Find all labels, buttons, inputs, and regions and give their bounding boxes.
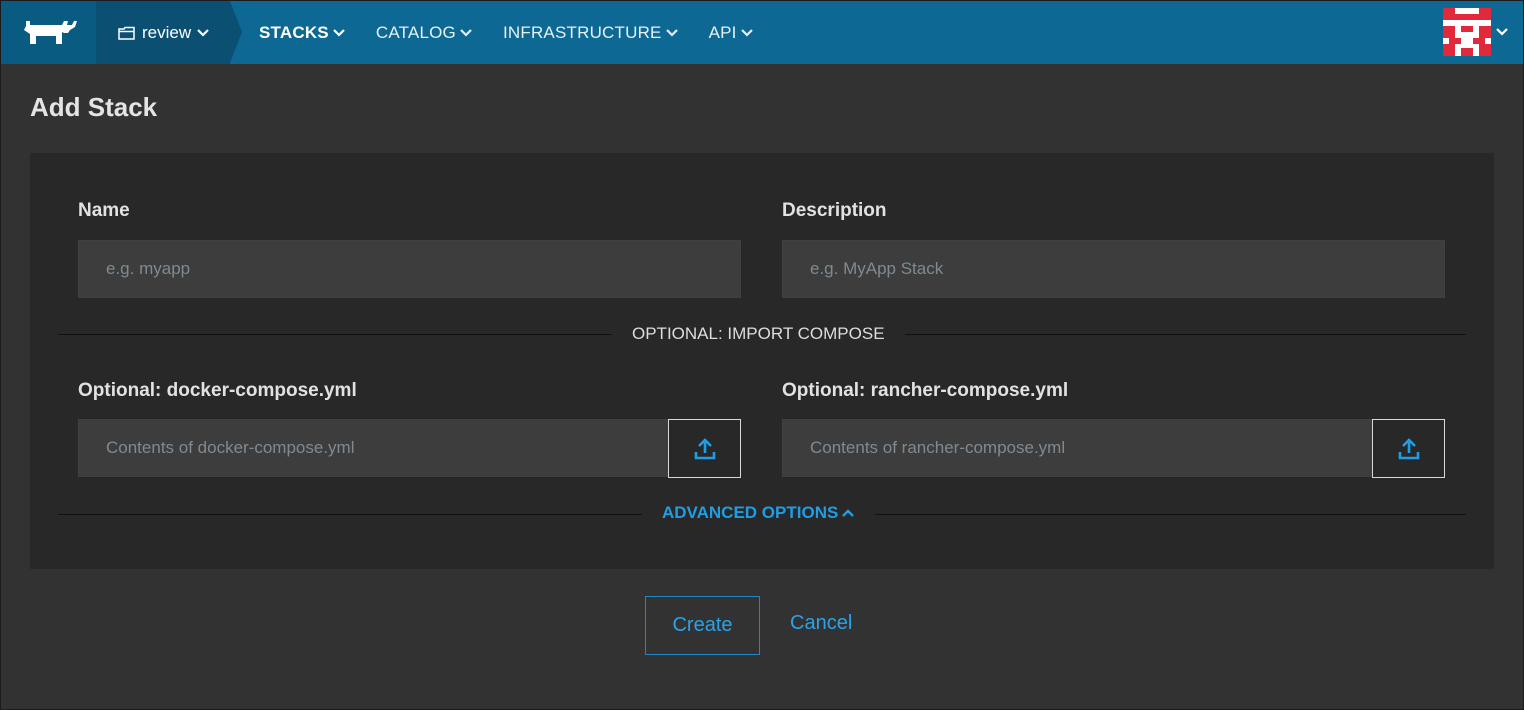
environment-name: review: [142, 22, 192, 42]
environment-switcher[interactable]: review: [96, 1, 242, 64]
rancher-cow-logo-icon: [24, 21, 77, 44]
nav-catalog[interactable]: CATALOG: [376, 23, 473, 43]
nav-catalog-label: CATALOG: [375, 22, 456, 42]
user-avatar-identicon: [1443, 8, 1491, 56]
import-compose-heading: OPTIONAL: IMPORT COMPOSE: [612, 324, 905, 344]
folder-icon: [118, 26, 135, 40]
nav-api-label: API: [708, 22, 737, 42]
user-menu[interactable]: [1443, 8, 1509, 56]
upload-icon: [694, 437, 715, 459]
nav-infrastructure[interactable]: INFRASTRUCTURE: [503, 23, 679, 43]
main-nav: STACKS CATALOG INFRASTRUCTURE API: [259, 1, 784, 64]
chevron-down-icon: [333, 28, 345, 37]
rancher-compose-label: Optional: rancher-compose.yml: [782, 380, 1069, 401]
chevron-up-icon: [842, 509, 855, 517]
page-title: Add Stack: [30, 92, 158, 122]
chevron-down-icon: [740, 28, 753, 37]
docker-compose-label: Optional: docker-compose.yml: [78, 380, 357, 401]
nav-stacks[interactable]: STACKS: [259, 23, 346, 43]
chevron-down-icon: [1496, 28, 1508, 36]
description-input[interactable]: e.g. MyApp Stack: [782, 240, 1445, 298]
rancher-compose-textarea[interactable]: Contents of rancher-compose.yml: [782, 419, 1374, 477]
name-input[interactable]: e.g. myapp: [78, 240, 741, 298]
logo-cell[interactable]: [1, 1, 96, 64]
nav-stacks-label: STACKS: [259, 22, 329, 42]
chevron-down-icon: [197, 28, 209, 37]
docker-compose-upload-button[interactable]: [668, 419, 741, 478]
rancher-compose-upload-button[interactable]: [1372, 419, 1445, 478]
chevron-down-icon: [665, 28, 678, 37]
add-stack-form: Name e.g. myapp Description e.g. MyApp S…: [30, 153, 1494, 569]
create-button[interactable]: Create: [645, 596, 760, 655]
docker-compose-textarea[interactable]: Contents of docker-compose.yml: [78, 419, 670, 477]
name-label: Name: [78, 200, 130, 221]
top-nav-bar: review STACKS CATALOG INFRASTRUCTURE API: [1, 1, 1523, 64]
upload-icon: [1398, 437, 1419, 459]
cancel-link[interactable]: Cancel: [790, 612, 852, 635]
chevron-down-icon: [460, 28, 472, 37]
nav-api[interactable]: API: [709, 23, 754, 43]
description-label: Description: [782, 200, 887, 221]
advanced-options-toggle[interactable]: ADVANCED OPTIONS: [642, 503, 876, 523]
advanced-options-label: ADVANCED OPTIONS: [662, 503, 839, 522]
nav-infrastructure-label: INFRASTRUCTURE: [502, 22, 662, 42]
